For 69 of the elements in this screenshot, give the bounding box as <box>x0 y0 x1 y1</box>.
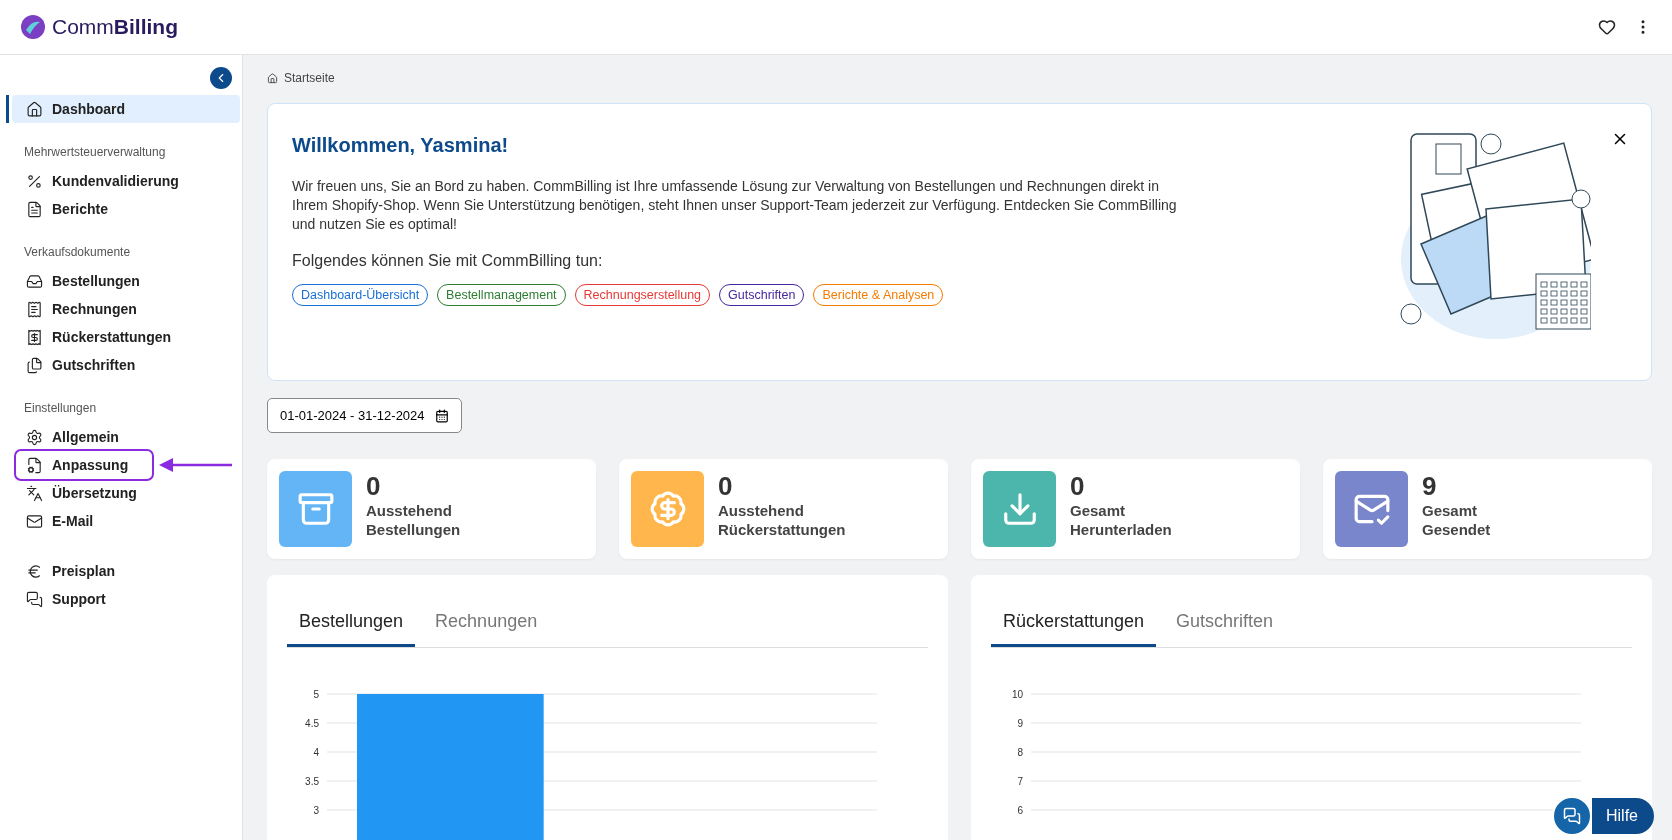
axis-tick-label: 7 <box>1017 776 1023 787</box>
settings-icon <box>26 428 43 446</box>
breadcrumb-link[interactable]: Startseite <box>284 71 335 85</box>
document-icon <box>26 200 43 218</box>
axis-tick-label: 6 <box>1017 805 1023 816</box>
sidebar-item[interactable]: Anpassung <box>12 451 240 479</box>
axis-tick-label: 3.5 <box>305 776 319 787</box>
sidebar-item[interactable]: Berichte <box>12 195 240 223</box>
sidebar-item[interactable]: Preisplan <box>12 557 240 585</box>
chart-tab[interactable]: Rechnungen <box>423 603 550 647</box>
inbox-tray-icon <box>296 490 335 528</box>
sidebar-item[interactable]: Bestellungen <box>12 267 240 295</box>
inbox-icon <box>26 272 43 290</box>
section-heading: Verkaufsdokumente <box>23 245 132 259</box>
sidebar-item[interactable]: Gutschriften <box>12 351 240 379</box>
stat-value: 0 <box>718 471 734 501</box>
stat-label: Gesamt <box>1422 501 1479 520</box>
home-icon <box>267 72 278 84</box>
stat-label: Gesamt <box>1070 501 1127 520</box>
active-indicator <box>6 95 9 123</box>
sidebar-item[interactable]: Support <box>12 585 240 613</box>
help-button[interactable]: Hilfe <box>1592 798 1654 834</box>
chat-icon <box>26 590 43 608</box>
stat-label: Herunterladen <box>1070 520 1172 539</box>
stat-value: 0 <box>366 471 382 501</box>
sidebar-item[interactable]: Allgemein <box>12 423 240 451</box>
sidebar-item[interactable]: Übersetzung <box>12 479 240 507</box>
date-range-button[interactable]: 01-01-2024 - 31-12-2024 <box>267 398 462 433</box>
stat-label: Rückerstattungen <box>718 520 846 539</box>
collapse-sidebar-button[interactable] <box>210 67 232 89</box>
axis-tick-label: 5 <box>313 689 319 700</box>
logo-text: CommBilling <box>52 15 178 39</box>
axis-tick-label: 9 <box>1017 718 1023 729</box>
sidebar-item[interactable]: Rückerstattungen <box>12 323 240 351</box>
logo-icon <box>20 14 46 40</box>
chart-tab[interactable]: Bestellungen <box>287 603 416 647</box>
mail-icon <box>26 512 43 530</box>
document-gear-icon <box>26 456 43 474</box>
section-heading: Einstellungen <box>23 401 98 415</box>
welcome-text: Wir freuen uns, Sie an Bord zu haben. CommBilling ist Ihre umfassende Lösung zur Verwaltung von Bestellungen und Rechnungen direkt in Ihrem Shopify-Shop. Wenn Sie Unterstützung benötigen, steht Ihnen unser Support-Team jederzeit zur Verfügung. Entdecken Sie CommBilling und nutzen Sie es optimal! <box>292 177 1178 234</box>
section-heading: Mehrwertsteuerverwaltung <box>23 145 167 159</box>
pointer-arrow-icon <box>158 457 234 473</box>
stat-label: Gesendet <box>1422 520 1491 539</box>
euro-icon <box>26 562 43 580</box>
calendar-icon <box>434 408 449 423</box>
files-icon <box>26 356 43 374</box>
stat-value: 9 <box>1422 471 1438 501</box>
percent-icon <box>26 172 43 190</box>
receipt-icon <box>26 300 43 318</box>
stat-value: 0 <box>1070 471 1086 501</box>
sidebar-item[interactable]: Kundenvalidierung <box>12 167 240 195</box>
features-heading: Folgendes können Sie mit CommBilling tun: <box>292 252 604 270</box>
stat-label: Ausstehend <box>718 501 805 520</box>
axis-tick-label: 3 <box>313 805 319 816</box>
translate-icon <box>26 484 43 502</box>
axis-tick-label: 8 <box>1017 747 1023 758</box>
favorite-icon[interactable] <box>1598 18 1616 36</box>
welcome-title: Willkommen, Yasmina! <box>292 134 510 157</box>
axis-tick-label: 4 <box>313 747 319 758</box>
stat-label: Bestellungen <box>366 520 461 539</box>
axis-tick-label: 4.5 <box>305 718 319 729</box>
stat-label: Ausstehend <box>366 501 453 520</box>
axis-tick-label: 10 <box>1011 689 1023 700</box>
sidebar-item[interactable]: E-Mail <box>12 507 240 535</box>
chart-tab[interactable]: Gutschriften <box>1164 603 1286 647</box>
chart-tab[interactable]: Rückerstattungen <box>991 603 1157 647</box>
sidebar-item[interactable]: Rechnungen <box>12 295 240 323</box>
receipt-icon <box>26 328 43 346</box>
home-icon <box>26 100 43 118</box>
